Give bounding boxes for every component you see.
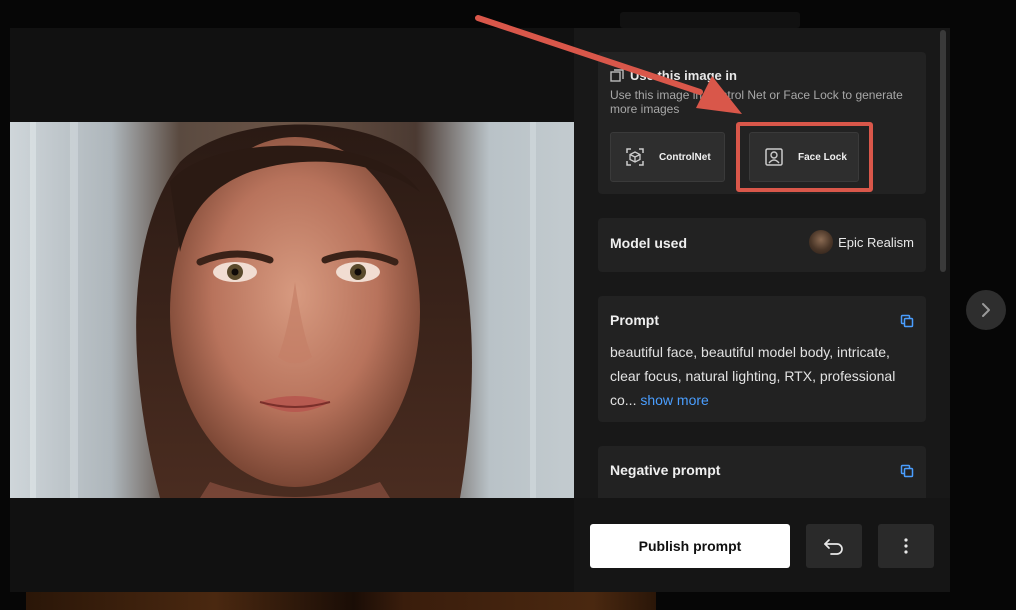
image-detail-modal: Use this image in Use this image in Cont…	[10, 28, 950, 592]
copy-prompt-icon[interactable]	[900, 314, 914, 328]
negative-prompt-label: Negative prompt	[610, 462, 721, 478]
copy-negative-prompt-icon[interactable]	[900, 464, 914, 478]
prompt-text: beautiful face, beautiful model body, in…	[610, 340, 920, 412]
use-image-card: Use this image in Use this image in Cont…	[598, 52, 926, 194]
controlnet-button[interactable]: ControlNet	[610, 132, 725, 182]
prompt-card: Prompt beautiful face, beautiful model b…	[598, 296, 926, 422]
undo-button[interactable]	[806, 524, 862, 568]
model-link[interactable]: Epic Realism	[809, 230, 914, 254]
controlnet-label: ControlNet	[659, 151, 711, 163]
more-vertical-icon	[904, 538, 908, 554]
publish-prompt-button[interactable]: Publish prompt	[590, 524, 790, 568]
chevron-right-icon	[982, 303, 990, 317]
background-gallery-strip	[26, 592, 656, 610]
details-panel: Use this image in Use this image in Cont…	[574, 28, 950, 498]
generated-image[interactable]	[10, 122, 574, 498]
action-footer: Publish prompt	[574, 498, 950, 592]
model-card: Model used Epic Realism	[598, 218, 926, 272]
face-lock-highlight	[736, 122, 873, 192]
prompt-label: Prompt	[610, 312, 659, 328]
background-page-strip	[620, 12, 800, 28]
negative-prompt-card: Negative prompt	[598, 446, 926, 498]
image-viewer	[10, 28, 574, 592]
next-image-button[interactable]	[966, 290, 1006, 330]
use-image-title: Use this image in	[630, 68, 737, 83]
model-used-label: Model used	[610, 235, 688, 251]
undo-icon	[824, 539, 843, 555]
use-image-description: Use this image in Control Net or Face Lo…	[610, 88, 903, 116]
model-avatar	[809, 230, 834, 254]
panel-scrollbar[interactable]	[940, 30, 946, 272]
controlnet-icon	[626, 148, 644, 166]
more-options-button[interactable]	[878, 524, 934, 568]
use-in-icon	[610, 68, 624, 82]
model-name: Epic Realism	[838, 234, 914, 250]
show-more-link[interactable]: show more	[640, 392, 708, 408]
